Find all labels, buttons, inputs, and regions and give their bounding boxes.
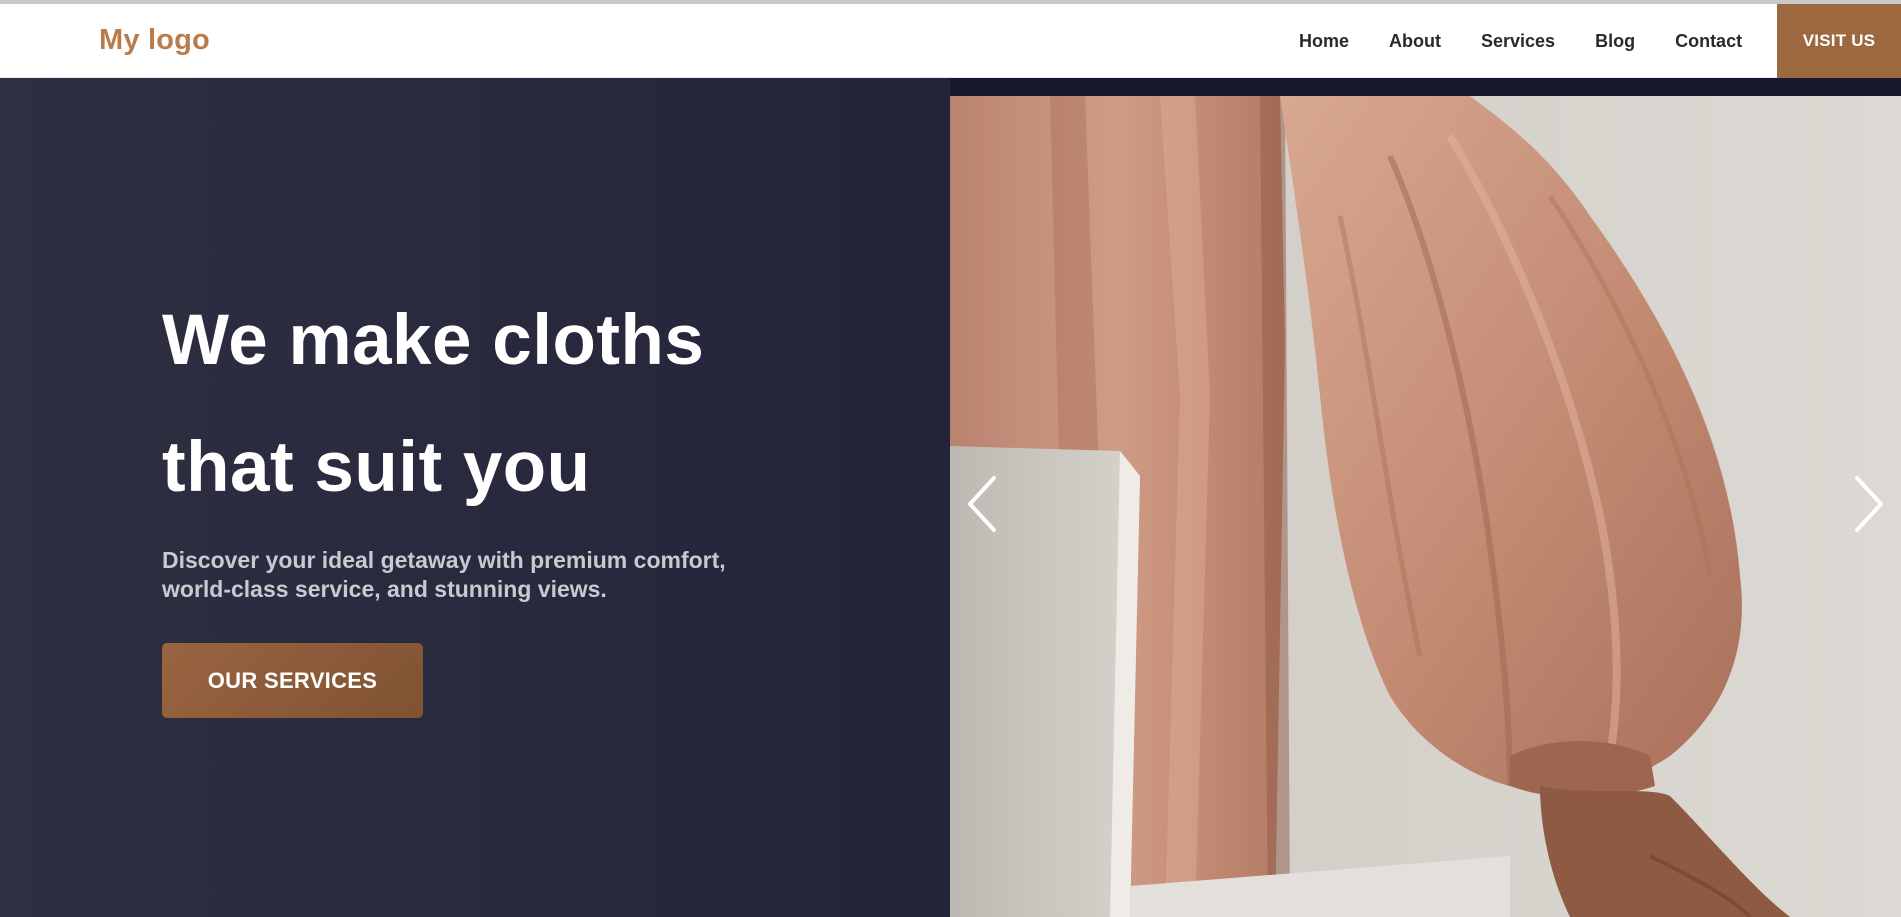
navbar: My logo Home About Services Blog Contact… bbox=[0, 4, 1901, 78]
hero-subtitle: Discover your ideal getaway with premium… bbox=[162, 547, 726, 602]
chevron-right-icon bbox=[1855, 476, 1883, 532]
hero-image-slider[interactable] bbox=[950, 96, 1901, 917]
nav-services[interactable]: Services bbox=[1481, 31, 1555, 52]
our-services-button[interactable]: OUR SERVICES bbox=[162, 643, 423, 718]
main-nav: Home About Services Blog Contact bbox=[1299, 4, 1742, 78]
hero-headline-line-1: We make cloths bbox=[162, 301, 705, 380]
nav-home[interactable]: Home bbox=[1299, 31, 1349, 52]
slider-next-button[interactable] bbox=[1849, 472, 1889, 536]
hero-headline-line-2: that suit you bbox=[162, 428, 591, 507]
nav-blog[interactable]: Blog bbox=[1595, 31, 1635, 52]
visit-us-button[interactable]: VISIT US bbox=[1777, 4, 1901, 78]
nav-about[interactable]: About bbox=[1389, 31, 1441, 52]
slider-prev-button[interactable] bbox=[962, 472, 1002, 536]
hero-fashion-image bbox=[950, 96, 1901, 917]
hero-top-strip bbox=[950, 78, 1901, 96]
chevron-left-icon bbox=[968, 476, 996, 532]
logo[interactable]: My logo bbox=[99, 24, 210, 57]
nav-contact[interactable]: Contact bbox=[1675, 31, 1742, 52]
